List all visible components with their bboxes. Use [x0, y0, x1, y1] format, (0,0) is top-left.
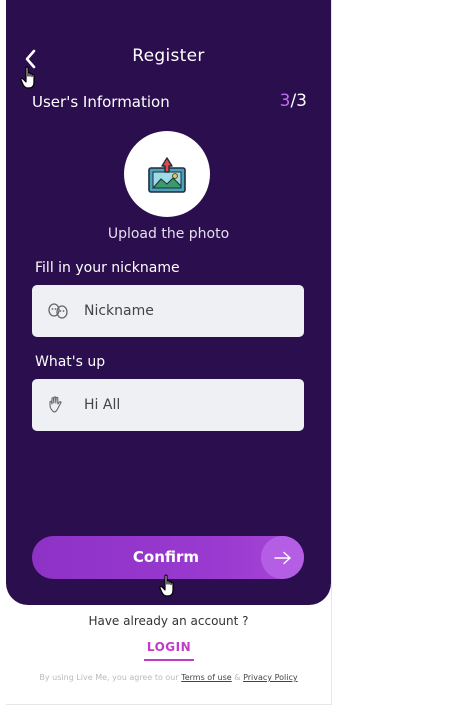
step-total: /3 [290, 91, 307, 111]
nickname-label: Fill in your nickname [35, 260, 180, 276]
step-current: 3 [279, 91, 291, 111]
image-upload-icon [148, 157, 186, 193]
confirm-button[interactable]: Confirm [32, 536, 304, 579]
confirm-button-label: Confirm [132, 548, 200, 566]
page-title: Register [132, 46, 205, 66]
status-field-box [32, 379, 304, 431]
nickname-field-box [32, 285, 304, 337]
login-link[interactable]: LOGIN [144, 640, 194, 661]
step-indicator: 3/3 [280, 91, 307, 111]
confirm-arrow-button[interactable] [261, 536, 304, 579]
have-account-text: Have already an account ? [88, 614, 249, 628]
legal-text: By using Live Me, you agree to our Terms… [6, 673, 331, 682]
section-title: User's Information [32, 93, 170, 111]
arrow-right-icon [273, 551, 291, 564]
legal-prefix: By using Live Me, you agree to our [39, 673, 179, 682]
nickname-input[interactable] [84, 303, 284, 319]
waving-hand-icon [49, 396, 62, 413]
status-label: What's up [35, 354, 106, 370]
legal-amp: & [234, 673, 241, 682]
privacy-policy-link[interactable]: Privacy Policy [243, 673, 298, 682]
register-panel: Register User's Information 3/3 Upload t… [6, 0, 331, 605]
upload-photo-label: Upload the photo [107, 226, 230, 242]
mask-icon [48, 303, 68, 319]
register-screen: Register User's Information 3/3 Upload t… [6, 0, 332, 705]
status-input[interactable] [84, 397, 284, 413]
terms-of-use-link[interactable]: Terms of use [181, 673, 232, 682]
upload-photo-button[interactable] [124, 131, 210, 217]
